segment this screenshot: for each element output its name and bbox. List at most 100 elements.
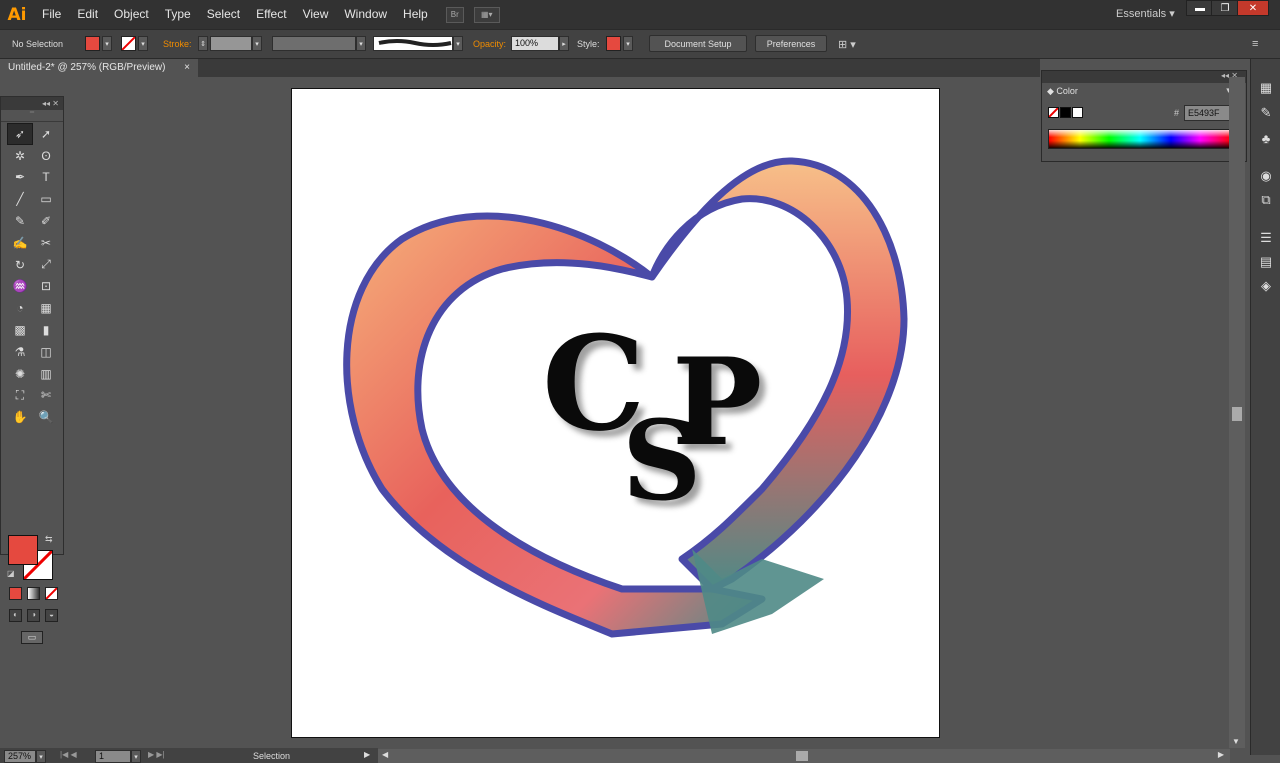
stroke-label[interactable]: Stroke: xyxy=(163,39,192,49)
fill-dropdown[interactable]: ▾ xyxy=(102,36,112,51)
selection-tool-icon[interactable]: ➶ xyxy=(7,123,33,145)
graph-tool-icon[interactable]: ▦ xyxy=(33,297,59,319)
graphic-style-swatch[interactable] xyxy=(606,36,621,51)
brush-dropdown[interactable]: ▾ xyxy=(453,36,463,51)
stroke-weight-dropdown[interactable]: ▾ xyxy=(252,36,262,51)
panel-grip[interactable]: ═ xyxy=(1,110,63,122)
hex-input[interactable]: E5493F xyxy=(1184,105,1232,121)
stroke-swatch[interactable] xyxy=(121,36,136,51)
column-graph-tool-icon[interactable]: ▥ xyxy=(33,363,59,385)
opacity-dropdown[interactable]: ▸ xyxy=(559,36,569,51)
zoom-dropdown[interactable]: ▾ xyxy=(36,750,46,763)
variable-width-profile[interactable] xyxy=(272,36,356,51)
scissors-tool-icon[interactable]: ✂ xyxy=(33,232,59,254)
menu-object[interactable]: Object xyxy=(106,0,157,29)
zoom-field[interactable]: 257% xyxy=(4,750,36,763)
blob-brush-tool-icon[interactable]: ✍ xyxy=(7,232,33,254)
close-tab-icon[interactable]: × xyxy=(184,59,190,77)
profile-dropdown[interactable]: ▾ xyxy=(356,36,366,51)
direct-selection-tool-icon[interactable]: ➚ xyxy=(33,123,59,145)
maximize-button[interactable]: ❐ xyxy=(1211,0,1239,16)
preferences-button[interactable]: Preferences xyxy=(755,35,827,52)
line-segment-tool-icon[interactable]: ╱ xyxy=(7,188,33,210)
warp-tool-icon[interactable]: ♒ xyxy=(7,276,33,298)
hand-tool-icon[interactable]: ✋ xyxy=(7,406,33,428)
scale-tool-icon[interactable]: ⤢ xyxy=(33,254,59,276)
draw-normal-icon[interactable]: ◐ xyxy=(9,609,22,622)
stroke-panel-icon[interactable]: ☰ xyxy=(1257,229,1275,247)
black-swatch[interactable] xyxy=(1060,107,1071,118)
draw-behind-icon[interactable]: ◑ xyxy=(27,609,40,622)
next-page-icon[interactable]: ▶ ▶| xyxy=(148,750,165,759)
fill-swatch[interactable] xyxy=(85,36,100,51)
menu-effect[interactable]: Effect xyxy=(248,0,294,29)
gradient-tool-icon[interactable]: ▮ xyxy=(33,319,59,341)
brush-definition[interactable] xyxy=(373,36,453,51)
rectangle-tool-icon[interactable]: ▭ xyxy=(33,188,59,210)
menu-file[interactable]: File xyxy=(34,0,69,29)
horizontal-scrollbar[interactable]: ◀ ▶ xyxy=(378,749,1230,763)
menu-view[interactable]: View xyxy=(295,0,337,29)
color-guide-icon[interactable]: ▦ xyxy=(1257,79,1275,97)
gradient-mode-icon[interactable] xyxy=(27,587,40,600)
vertical-scroll-thumb[interactable] xyxy=(1232,407,1242,421)
document-tab[interactable]: Untitled-2* @ 257% (RGB/Preview) × xyxy=(0,59,198,77)
opacity-field[interactable]: 100% xyxy=(511,36,559,51)
minimize-button[interactable]: ▬ xyxy=(1186,0,1214,16)
pen-tool-icon[interactable]: ✒ xyxy=(7,167,33,189)
layers-icon[interactable]: ◈ xyxy=(1257,277,1275,295)
rotate-tool-icon[interactable]: ↻ xyxy=(7,254,33,276)
blend-tool-icon[interactable]: ◫ xyxy=(33,341,59,363)
magic-wand-tool-icon[interactable]: ✲ xyxy=(7,145,33,167)
screen-mode-icon[interactable]: ▭ xyxy=(21,631,43,644)
menu-type[interactable]: Type xyxy=(157,0,199,29)
mesh-tool-icon[interactable]: ▩ xyxy=(7,319,33,341)
scroll-right-icon[interactable]: ▶ xyxy=(1218,750,1224,759)
document-setup-button[interactable]: Document Setup xyxy=(649,35,747,52)
color-panel-header[interactable]: ◂◂ ✕ xyxy=(1042,71,1246,83)
opacity-label[interactable]: Opacity: xyxy=(473,39,506,49)
zoom-tool-icon[interactable]: 🔍 xyxy=(33,406,59,428)
paintbrush-tool-icon[interactable]: ✎ xyxy=(7,210,33,232)
arrange-icon[interactable]: ⊞ ▾ xyxy=(838,38,856,51)
default-colors-icon[interactable]: ◪ xyxy=(7,569,15,578)
color-mode-icon[interactable] xyxy=(9,587,22,600)
pencil-tool-icon[interactable]: ✐ xyxy=(33,210,59,232)
menu-select[interactable]: Select xyxy=(199,0,248,29)
brushes-icon[interactable]: ✎ xyxy=(1257,104,1275,122)
draw-inside-icon[interactable]: ◒ xyxy=(45,609,58,622)
menu-window[interactable]: Window xyxy=(336,0,395,29)
shape-builder-tool-icon[interactable]: ◔ xyxy=(7,297,33,319)
none-swatch[interactable] xyxy=(1048,107,1059,118)
symbols-icon[interactable]: ♣ xyxy=(1257,129,1275,147)
stroke-weight-field[interactable] xyxy=(210,36,252,51)
graphic-styles-icon[interactable]: ⧉ xyxy=(1257,191,1275,209)
symbol-sprayer-tool-icon[interactable]: ✺ xyxy=(7,363,33,385)
white-swatch[interactable] xyxy=(1072,107,1083,118)
artboard[interactable]: C C S S P P xyxy=(291,88,940,738)
close-button[interactable]: ✕ xyxy=(1237,0,1269,16)
lasso-tool-icon[interactable]: ʘ xyxy=(33,145,59,167)
status-menu-icon[interactable]: ▶ xyxy=(364,750,370,759)
stroke-weight-stepper[interactable]: ⇕ xyxy=(198,36,208,51)
scroll-left-icon[interactable]: ◀ xyxy=(382,750,388,759)
eyedropper-tool-icon[interactable]: ⚗ xyxy=(7,341,33,363)
page-dropdown[interactable]: ▾ xyxy=(131,750,141,763)
color-spectrum[interactable] xyxy=(1048,129,1232,149)
color-panel-tab[interactable]: ◆ Color xyxy=(1044,84,1084,99)
menu-help[interactable]: Help xyxy=(395,0,436,29)
arrange-documents-button[interactable]: ▦▾ xyxy=(473,6,500,23)
page-field[interactable]: 1 xyxy=(95,750,131,763)
scroll-down-icon[interactable]: ▼ xyxy=(1232,737,1240,746)
stroke-dropdown[interactable]: ▾ xyxy=(138,36,148,51)
menu-edit[interactable]: Edit xyxy=(69,0,106,29)
bridge-button[interactable]: Br xyxy=(445,6,464,23)
style-dropdown[interactable]: ▾ xyxy=(623,36,633,51)
tools-panel-header[interactable]: ◂◂ ✕ xyxy=(1,97,63,110)
workspace-switcher[interactable]: Essentials ▾ xyxy=(1116,7,1175,20)
none-mode-icon[interactable] xyxy=(45,587,58,600)
swap-colors-icon[interactable]: ⇆ xyxy=(45,534,53,545)
horizontal-scroll-thumb[interactable] xyxy=(796,751,808,761)
gradient-panel-icon[interactable]: ▤ xyxy=(1257,253,1275,271)
first-page-icon[interactable]: |◀ ◀ xyxy=(60,750,77,759)
